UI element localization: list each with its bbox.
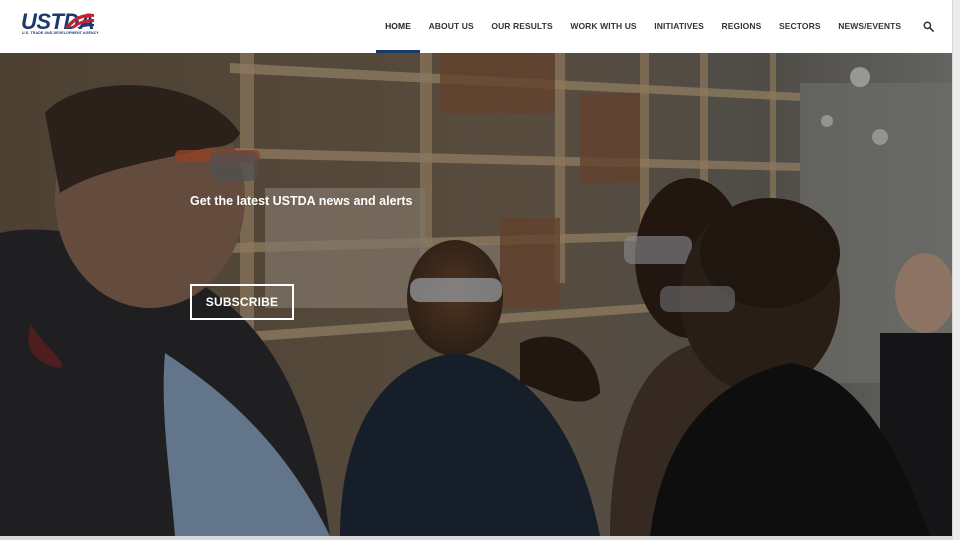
site-header: USTDA U.S. TRADE AND DEVELOPMENT AGENCY … — [0, 0, 952, 53]
hero-heading: Get the latest USTDA news and alerts — [190, 194, 413, 208]
main-nav: HOME ABOUT US OUR RESULTS WORK WITH US I… — [376, 0, 940, 53]
search-icon — [923, 21, 934, 32]
hero-overlay — [0, 53, 952, 536]
nav-item-work-with-us[interactable]: WORK WITH US — [562, 0, 646, 53]
nav-item-sectors[interactable]: SECTORS — [770, 0, 829, 53]
ustda-logo[interactable]: USTDA U.S. TRADE AND DEVELOPMENT AGENCY — [21, 11, 99, 37]
subscribe-button[interactable]: SUBSCRIBE — [190, 284, 294, 320]
hero-banner: Get the latest USTDA news and alerts SUB… — [0, 53, 952, 536]
nav-item-initiatives[interactable]: INITIATIVES — [646, 0, 713, 53]
page: USTDA U.S. TRADE AND DEVELOPMENT AGENCY … — [0, 0, 952, 540]
logo-subtitle: U.S. TRADE AND DEVELOPMENT AGENCY — [22, 31, 99, 35]
page-bottom-edge — [0, 536, 952, 540]
nav-item-regions[interactable]: REGIONS — [713, 0, 771, 53]
vertical-scrollbar[interactable] — [952, 0, 960, 540]
nav-item-home[interactable]: HOME — [376, 0, 420, 53]
nav-item-news-events[interactable]: NEWS/EVENTS — [829, 0, 910, 53]
search-button[interactable] — [916, 0, 940, 53]
nav-item-our-results[interactable]: OUR RESULTS — [483, 0, 562, 53]
nav-item-about-us[interactable]: ABOUT US — [420, 0, 483, 53]
flag-swoosh-icon — [65, 13, 94, 28]
